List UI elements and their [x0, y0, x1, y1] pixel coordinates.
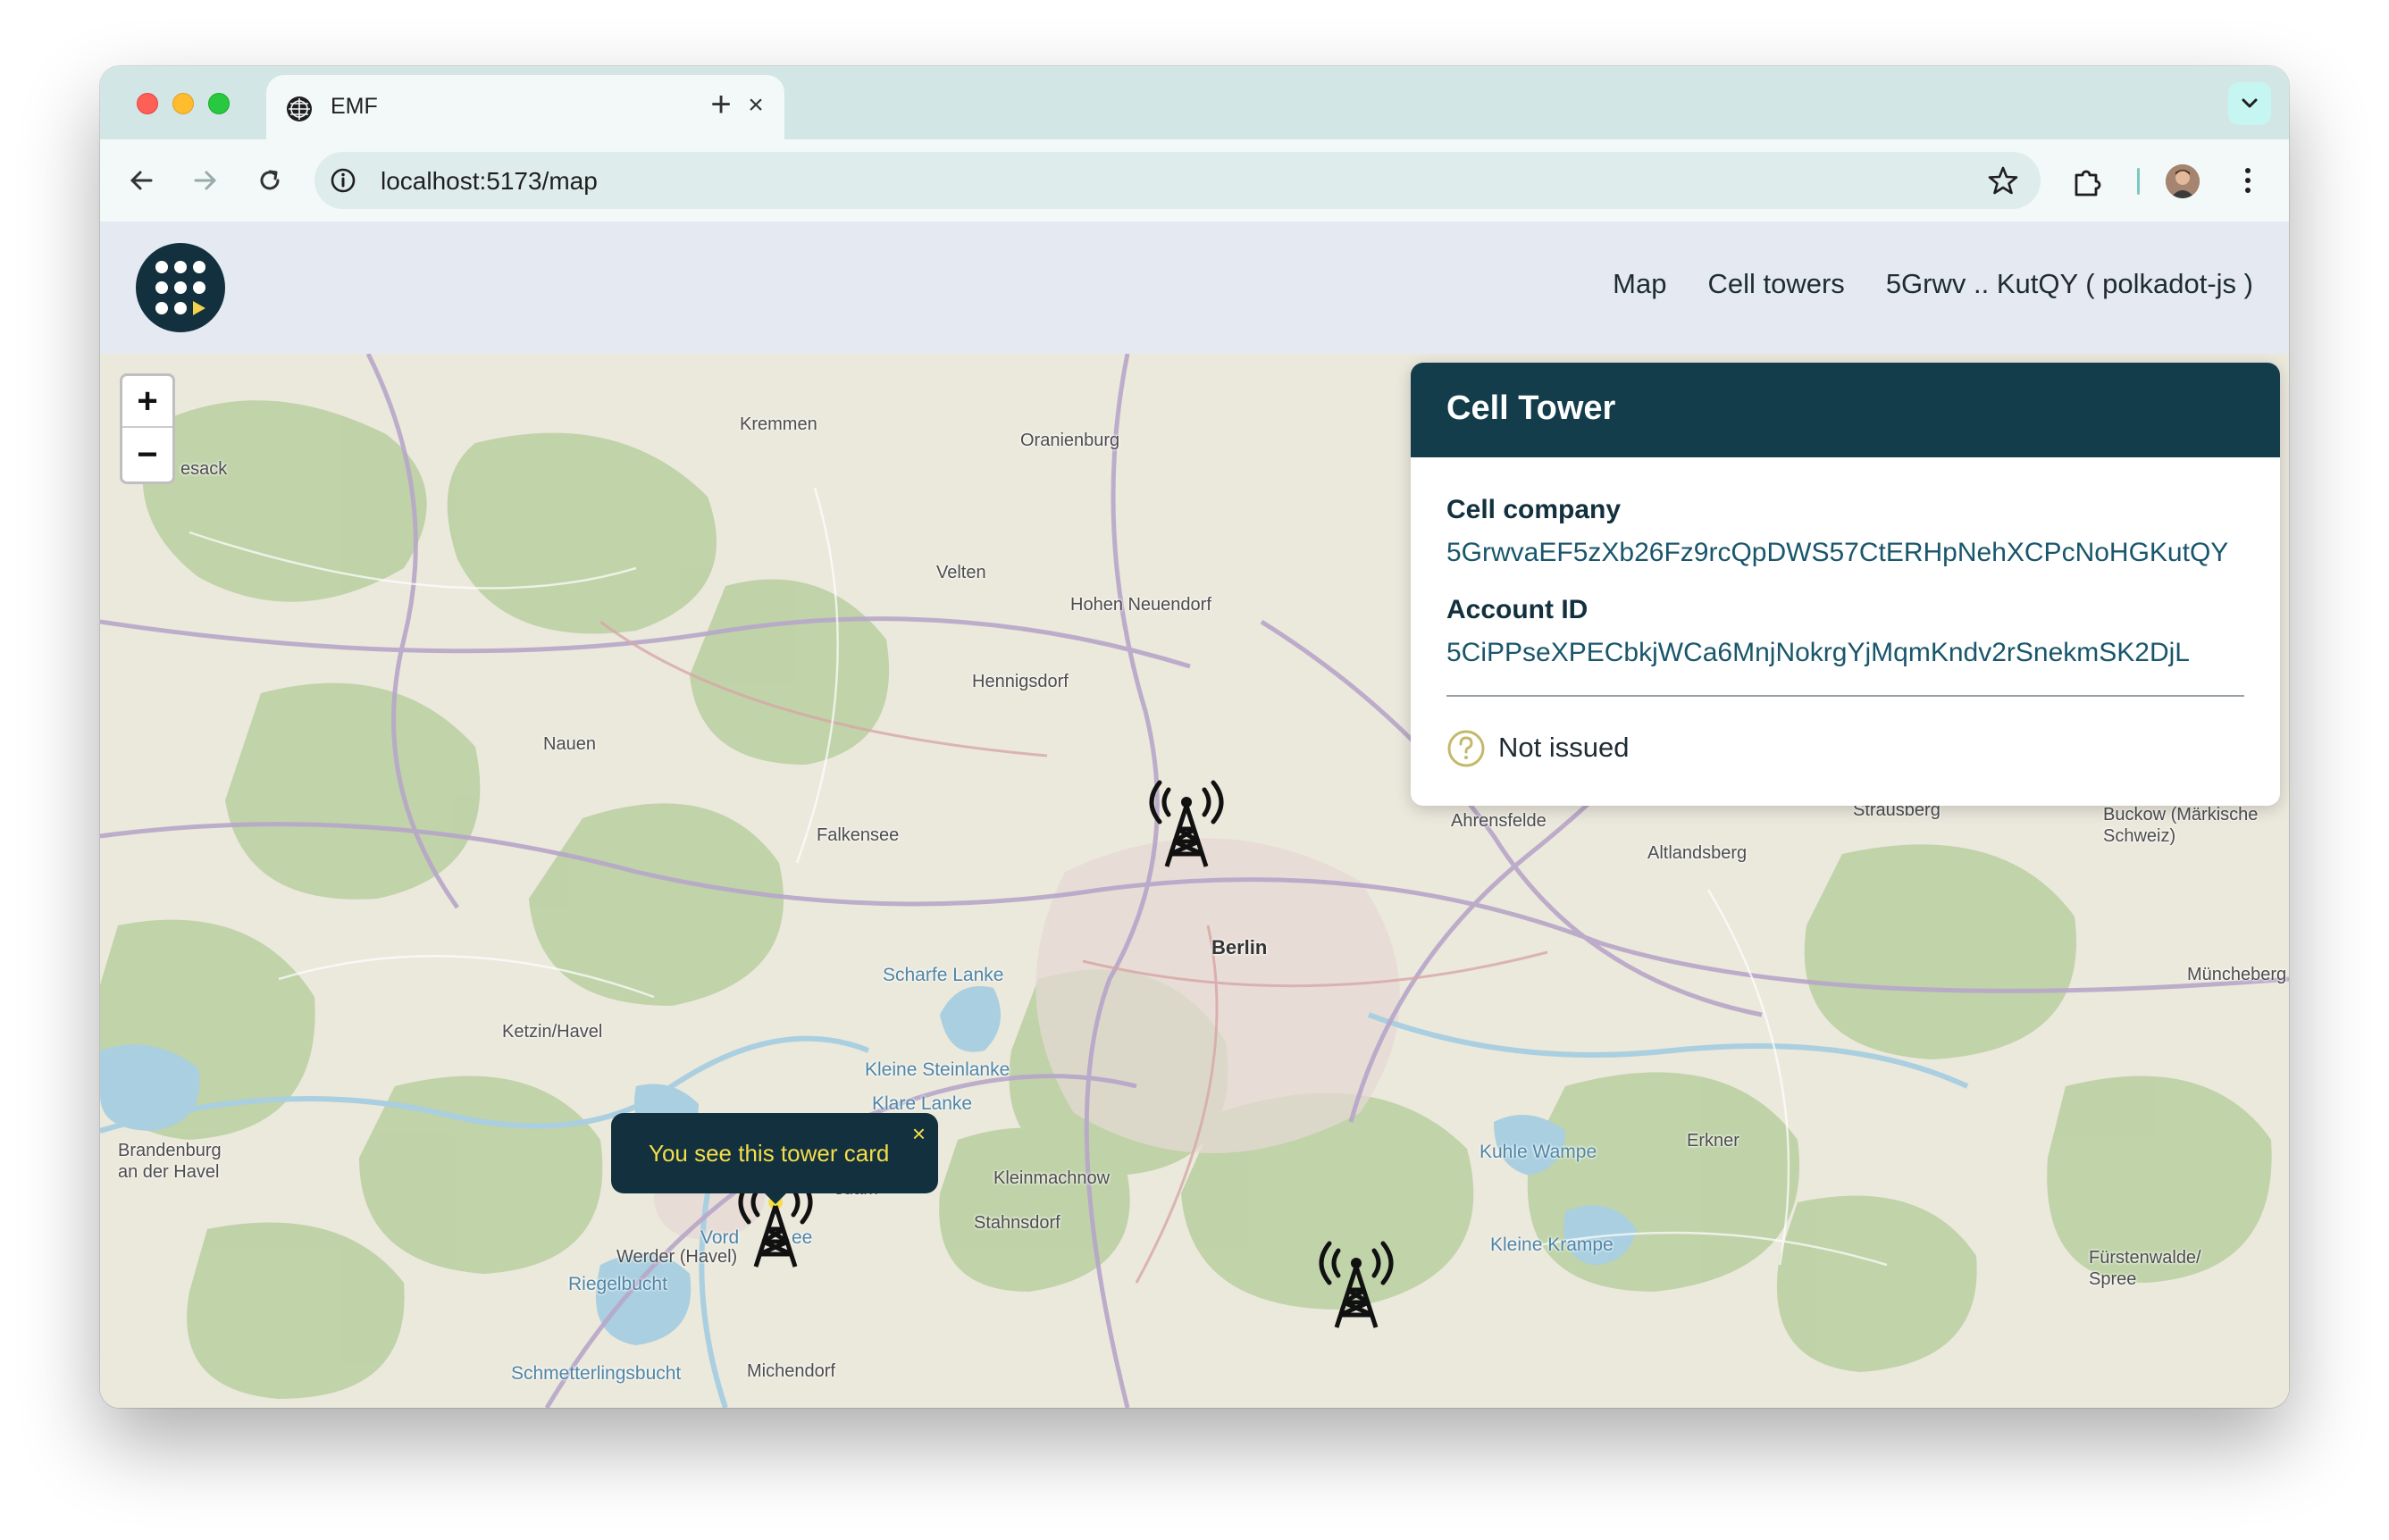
- toolbar-divider: [2137, 168, 2140, 195]
- tab-strip: EMF × +: [100, 66, 2289, 139]
- nav-account[interactable]: 5Grwv .. KutQY ( polkadot-js ): [1886, 268, 2253, 300]
- map-label: Hennigsdorf: [972, 672, 1069, 691]
- card-header: Cell Tower: [1411, 363, 2280, 457]
- app-header: Map Cell towers 5Grwv .. KutQY ( polkado…: [100, 222, 2289, 354]
- map-label: Schmetterlingsbucht: [511, 1363, 682, 1384]
- browser-toolbar: localhost:5173/map: [100, 139, 2289, 222]
- tab-search-button[interactable]: [2228, 82, 2271, 125]
- cell-tower-card: Cell Tower Cell company 5GrwvaEF5zXb26Fz…: [1411, 363, 2280, 806]
- map-view[interactable]: Kremmen Oranienburg Velten Hohen Neuendo…: [100, 354, 2289, 1408]
- more-vertical-icon: [2245, 168, 2251, 193]
- map-label: Fürstenwalde/ Spree: [2089, 1248, 2201, 1289]
- bookmark-star-icon[interactable]: [1987, 164, 2019, 197]
- tab-close-icon[interactable]: ×: [740, 89, 772, 121]
- map-label: Kleine Steinlanke: [865, 1059, 1010, 1080]
- reload-icon: [260, 170, 280, 190]
- map-label: Michendorf: [747, 1361, 835, 1381]
- globe-icon: [287, 96, 312, 121]
- arrow-left-icon: [130, 171, 153, 190]
- person-icon: [2166, 164, 2200, 198]
- map-label: Velten: [936, 563, 986, 582]
- map-label: Hohen Neuendorf: [1070, 595, 1211, 615]
- zoom-in-button[interactable]: +: [122, 376, 172, 428]
- puzzle-icon: [2075, 170, 2101, 197]
- map-label: Altlandsberg: [1647, 843, 1748, 863]
- map-label: Brandenburg an der Havel: [118, 1141, 222, 1182]
- map-label: Scharfe Lanke: [883, 965, 1004, 985]
- close-window-button[interactable]: [137, 93, 158, 114]
- zoom-control: + −: [120, 373, 175, 484]
- url-text[interactable]: localhost:5173/map: [381, 167, 598, 196]
- tab-title: EMF: [331, 94, 378, 119]
- cell-company-label: Cell company: [1446, 495, 1622, 524]
- maximize-window-button[interactable]: [208, 93, 230, 114]
- map-label: Müncheberg: [2187, 965, 2287, 984]
- map-label: Stahnsdorf: [974, 1213, 1060, 1233]
- tooltip-arrow: [763, 1192, 788, 1204]
- back-button[interactable]: [118, 157, 164, 204]
- main-nav: Map Cell towers 5Grwv .. KutQY ( polkado…: [1613, 268, 2253, 300]
- question-circle-icon: [1447, 730, 1485, 767]
- forward-button[interactable]: [182, 157, 229, 204]
- map-label: Kuhle Wampe: [1480, 1142, 1597, 1162]
- menu-button[interactable]: [2225, 157, 2271, 204]
- cell-tower-marker[interactable]: [1144, 774, 1229, 872]
- issuance-status: Not issued: [1498, 732, 1630, 763]
- info-icon[interactable]: [329, 166, 357, 195]
- account-id-label: Account ID: [1446, 595, 1588, 624]
- app-logo[interactable]: [136, 243, 225, 332]
- nav-cell-towers[interactable]: Cell towers: [1707, 268, 1844, 300]
- map-label: Erkner: [1687, 1131, 1739, 1151]
- map-label: Nauen: [543, 734, 596, 754]
- play-icon: [193, 301, 205, 315]
- map-label: Ketzin/Havel: [502, 1022, 603, 1042]
- map-label: esack: [180, 459, 228, 479]
- arrow-right-icon: [194, 171, 216, 190]
- tour-tooltip: You see this tower card ×: [611, 1113, 938, 1204]
- chevron-down-icon: [2242, 98, 2258, 108]
- zoom-out-button[interactable]: −: [122, 430, 172, 481]
- browser-window: EMF × + localhost:5173/map Map Cell towe…: [100, 66, 2289, 1408]
- nav-map[interactable]: Map: [1613, 268, 1666, 300]
- map-label: Kleine Krampe: [1490, 1235, 1614, 1255]
- map-label: Kleinmachnow: [993, 1168, 1111, 1188]
- map-label: Berlin: [1211, 936, 1268, 958]
- cell-company-value[interactable]: 5GrwvaEF5zXb26Fz9rcQpDWS57CtERHpNehXCPcN…: [1446, 538, 2228, 568]
- reload-button[interactable]: [247, 157, 293, 204]
- card-title: Cell Tower: [1446, 389, 1616, 427]
- profile-avatar[interactable]: [2166, 164, 2200, 198]
- map-label: Falkensee: [817, 825, 900, 845]
- account-id-value[interactable]: 5CiPPseXPECbkjWCa6MnjNokrgYjMqmKndv2rSne…: [1446, 638, 2190, 668]
- map-label: Kremmen: [740, 414, 817, 434]
- minimize-window-button[interactable]: [172, 93, 194, 114]
- map-label: Werder (Havel): [616, 1247, 738, 1267]
- map-label: Riegelbucht: [568, 1274, 667, 1294]
- card-divider: [1446, 695, 2244, 697]
- map-label: Buckow (Märkische Schweiz): [2103, 805, 2259, 846]
- new-tab-button[interactable]: +: [699, 84, 743, 125]
- map-label: Klare Lanke: [872, 1093, 973, 1114]
- map-label: Ahrensfelde: [1451, 811, 1547, 831]
- address-bar[interactable]: localhost:5173/map: [314, 152, 2041, 209]
- cell-tower-marker[interactable]: [1313, 1235, 1399, 1333]
- extensions-button[interactable]: [2066, 157, 2112, 204]
- tooltip-text: You see this tower card: [649, 1140, 890, 1167]
- tooltip-close-icon[interactable]: ×: [912, 1120, 926, 1148]
- map-label: Oranienburg: [1020, 431, 1120, 450]
